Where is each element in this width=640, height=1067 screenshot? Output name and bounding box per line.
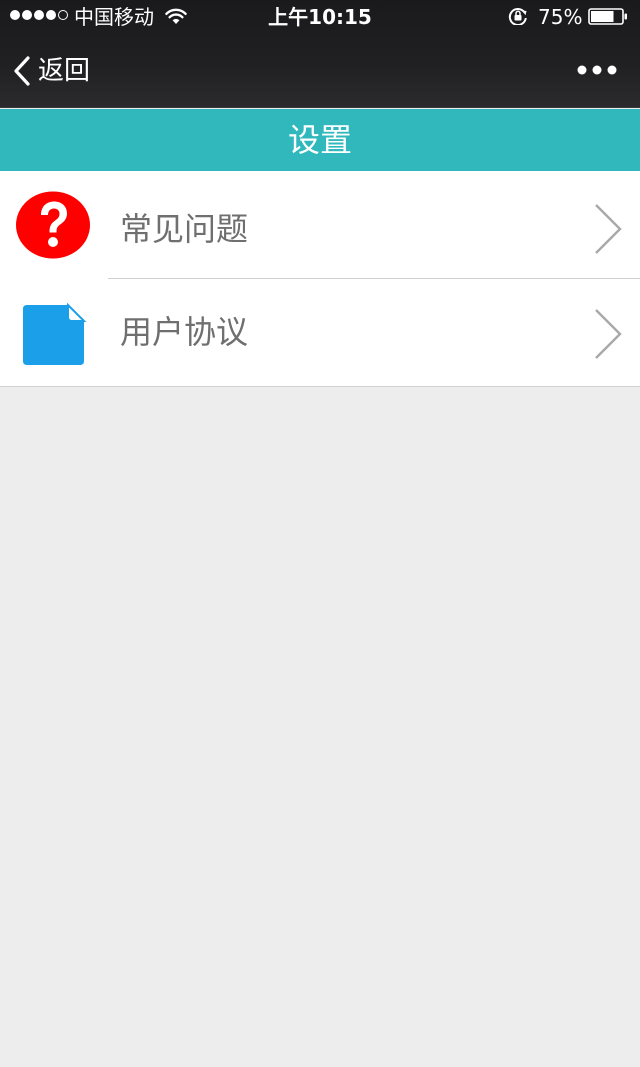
menu-item-label: 常见问题 [120, 210, 249, 248]
help-question-icon [16, 191, 90, 259]
back-label: 返回 [38, 56, 91, 86]
more-dots-icon[interactable] [572, 58, 622, 82]
status-bar: 中国移动 上午10:15 75% [0, 0, 640, 34]
settings-menu-list: 常见问题 用户协议 [0, 171, 640, 387]
chevron-right-icon [595, 309, 622, 359]
battery-icon [588, 8, 627, 25]
menu-item-user-agreement[interactable]: 用户协议 [0, 279, 640, 386]
top-chrome: 中国移动 上午10:15 75% 返回 [0, 0, 640, 108]
back-button[interactable]: 返回 [12, 52, 90, 90]
chevron-right-icon [595, 204, 622, 254]
document-icon [23, 302, 87, 365]
page-title: 设置 [0, 109, 640, 171]
chevron-left-icon [14, 56, 30, 86]
battery-percent: 75% [538, 5, 583, 29]
navigation-bar: 返回 [0, 34, 640, 107]
menu-item-faq[interactable]: 常见问题 [0, 171, 640, 279]
menu-item-label: 用户协议 [120, 313, 249, 351]
rotation-lock-icon [508, 8, 527, 25]
